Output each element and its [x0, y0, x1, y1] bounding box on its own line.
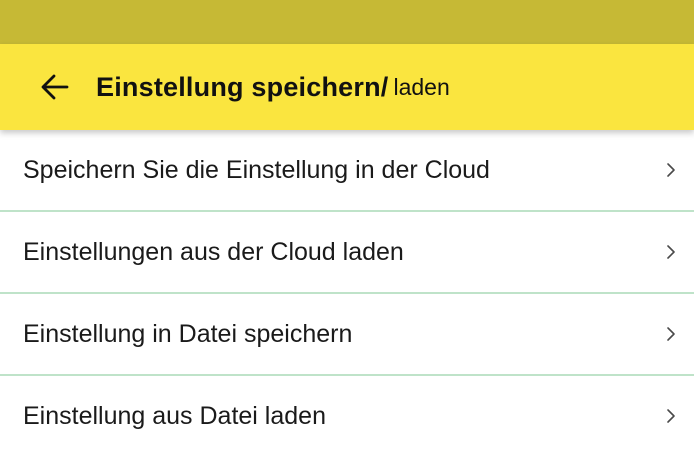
app-bar: Einstellung speichern/ laden — [0, 44, 694, 130]
page-title-suffix: laden — [393, 73, 450, 100]
page-title: Einstellung speichern/ laden — [96, 44, 450, 130]
settings-list: Speichern Sie die Einstellung in der Clo… — [0, 130, 694, 456]
save-settings-to-file-item[interactable]: Einstellung in Datei speichern — [0, 294, 694, 376]
save-settings-to-cloud-item[interactable]: Speichern Sie die Einstellung in der Clo… — [0, 130, 694, 212]
list-item-label: Einstellung in Datei speichern — [23, 319, 353, 348]
load-settings-from-cloud-item[interactable]: Einstellungen aus der Cloud laden — [0, 212, 694, 294]
chevron-right-icon — [666, 212, 676, 292]
chevron-right-icon — [666, 130, 676, 210]
chevron-right-icon — [666, 376, 676, 456]
page-title-main: Einstellung speichern/ — [96, 71, 389, 102]
list-item-label: Einstellung aus Datei laden — [23, 401, 326, 430]
list-item-label: Speichern Sie die Einstellung in der Clo… — [23, 155, 490, 184]
back-button[interactable] — [30, 62, 80, 112]
arrow-left-icon — [41, 74, 69, 100]
list-item-label: Einstellungen aus der Cloud laden — [23, 237, 404, 266]
chevron-right-icon — [666, 294, 676, 374]
load-settings-from-file-item[interactable]: Einstellung aus Datei laden — [0, 376, 694, 456]
status-bar — [0, 0, 694, 44]
